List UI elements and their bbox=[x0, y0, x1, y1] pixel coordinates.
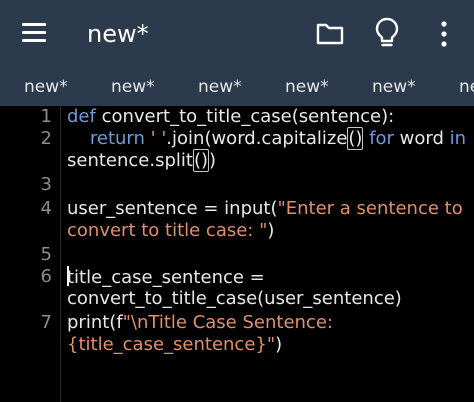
keyword: def bbox=[67, 106, 96, 127]
document-title: new* bbox=[87, 20, 149, 48]
string-literal: "\nTitle Case Sentence: bbox=[122, 312, 333, 333]
code-text: title_case_sentence = bbox=[67, 267, 265, 288]
code-text: convert_to_title_case(user_sentence) bbox=[67, 288, 402, 309]
folder-icon[interactable] bbox=[316, 20, 344, 46]
matched-parens: () bbox=[192, 149, 210, 172]
code-line-2-wrap: sentence.split()) bbox=[67, 149, 217, 172]
code-editor[interactable]: 1 2 3 4 5 6 7 def convert_to_title_case(… bbox=[0, 106, 474, 402]
line-number: 7 bbox=[40, 312, 52, 333]
code-text: convert_to_title_case(sentence): bbox=[95, 106, 395, 127]
tab-5[interactable]: new* bbox=[372, 77, 416, 97]
code-line-7: print(f"\nTitle Case Sentence: bbox=[67, 312, 333, 334]
keyword: return bbox=[89, 128, 145, 149]
matched-parens: () bbox=[347, 127, 364, 150]
lightbulb-icon[interactable] bbox=[374, 17, 400, 49]
keyword: for bbox=[369, 128, 394, 149]
code-text: print(f bbox=[67, 312, 123, 333]
string-literal: {title_case_sentence}" bbox=[67, 334, 276, 355]
line-number: 5 bbox=[40, 244, 52, 265]
tab-2[interactable]: new* bbox=[111, 77, 155, 97]
app-toolbar: new* bbox=[0, 0, 474, 68]
code-line-2: return ' '.join(word.capitalize() for wo… bbox=[67, 127, 467, 150]
line-number: 3 bbox=[40, 174, 52, 195]
tab-bar: new* new* new* new* new* ne bbox=[0, 68, 474, 106]
code-text: ) bbox=[275, 334, 283, 355]
menu-icon[interactable] bbox=[22, 23, 46, 43]
tab-4[interactable]: new* bbox=[285, 77, 329, 97]
tab-6[interactable]: ne bbox=[459, 77, 474, 97]
code-line-4-wrap: convert to title case: ") bbox=[67, 220, 274, 242]
code-text: sentence.split bbox=[67, 150, 193, 171]
string-literal: ' ' bbox=[150, 128, 167, 149]
line-number: 4 bbox=[40, 198, 52, 219]
code-text: ) bbox=[209, 150, 217, 171]
string-literal: convert to title case: " bbox=[67, 220, 268, 241]
code-line-1: def convert_to_title_case(sentence): bbox=[67, 106, 394, 128]
code-line-7-wrap: {title_case_sentence}") bbox=[67, 334, 282, 356]
code-line-6: title_case_sentence = bbox=[67, 266, 265, 289]
more-options-icon[interactable] bbox=[436, 20, 452, 48]
string-literal: "Enter a sentence to bbox=[277, 198, 463, 219]
tab-3[interactable]: new* bbox=[198, 77, 242, 97]
line-number: 1 bbox=[40, 106, 52, 127]
code-text: user_sentence = input( bbox=[67, 198, 278, 219]
line-number: 6 bbox=[40, 266, 52, 287]
keyword: in bbox=[449, 128, 467, 149]
code-line-6-wrap: convert_to_title_case(user_sentence) bbox=[67, 288, 402, 310]
tab-1[interactable]: new* bbox=[24, 77, 68, 97]
code-line-4: user_sentence = input("Enter a sentence … bbox=[67, 198, 463, 220]
gutter-divider bbox=[60, 106, 61, 402]
code-text: word bbox=[393, 128, 450, 149]
line-number: 2 bbox=[40, 128, 52, 149]
code-text: .join(word.capitalize bbox=[166, 128, 348, 149]
code-text: ) bbox=[267, 220, 275, 241]
